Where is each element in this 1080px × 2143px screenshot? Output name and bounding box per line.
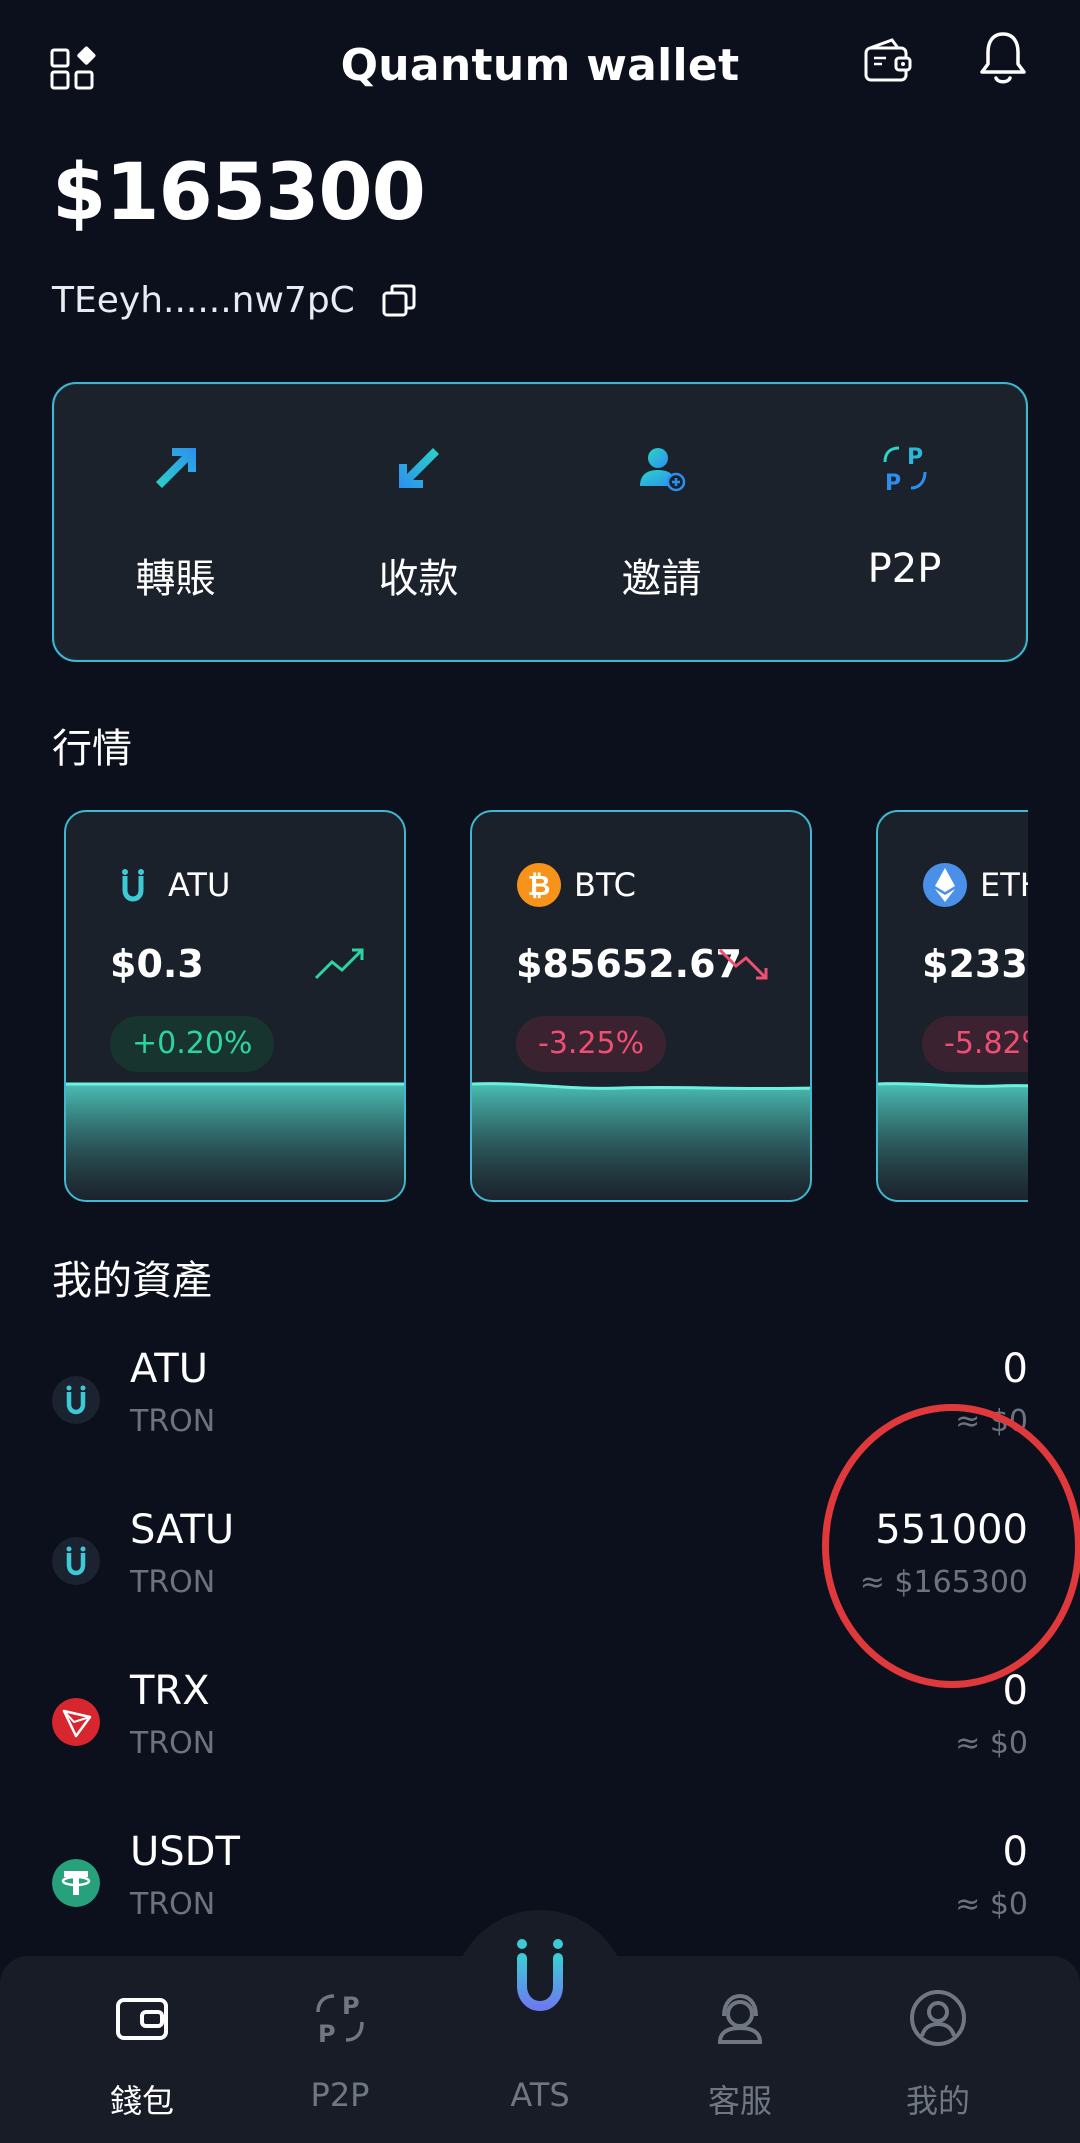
svg-text:P: P [318,2020,336,2048]
transfer-button[interactable]: 轉賬 [54,384,297,660]
wallet-address-row: TEeyh......nw7pC [52,280,417,321]
arrow-up-right-icon [155,448,196,488]
wallet-icon [116,1998,168,2040]
nav-label: 客服 [707,2082,772,2120]
app-header: Quantum wallet [0,0,1080,140]
wallet-address: TEeyh......nw7pC [52,280,355,321]
nav-wallet[interactable]: 錢包 [42,1988,242,2122]
coin-row: ETH [922,862,1028,908]
coin-row: ATU [110,862,230,908]
wallet-screen: Quantum wallet $165300 TEeyh......nw7pC [0,0,1080,2143]
nav-label: 錢包 [109,2082,174,2120]
asset-name: USDT [130,1829,240,1875]
price-change-badge: +0.20% [110,1016,275,1072]
svg-text:P: P [907,445,923,470]
coin-symbol: ATU [168,866,231,904]
p2p-label: P2P [867,546,942,592]
asset-name: TRX [130,1668,210,1714]
market-card-eth[interactable]: ETH $2333 -5.82% [876,810,1028,1202]
nav-support[interactable]: 客服 [640,1988,840,2122]
p2p-button[interactable]: P P P2P [783,384,1026,660]
receive-label: 收款 [378,556,459,602]
trx-coin-icon [52,1698,100,1746]
invite-button[interactable]: 邀請 [540,384,783,660]
assets-section-title: 我的資產 [52,1258,212,1304]
receive-button[interactable]: 收款 [297,384,540,660]
wallet-card-icon[interactable] [862,36,916,86]
satu-coin-icon [52,1537,100,1585]
atu-coin-icon [52,1376,100,1424]
price-area-chart [472,1082,810,1200]
invite-label: 邀請 [621,556,702,602]
coin-price: $2333 [922,942,1028,986]
asset-chain: TRON [130,1726,216,1761]
app-title: Quantum wallet [340,40,740,91]
nav-label: ATS [510,2076,570,2114]
quick-actions-card: 轉賬 收款 邀請 P P P2P [52,382,1028,662]
trend-down-icon [718,948,768,980]
market-card-btc[interactable]: ₿ BTC $85652.67 -3.25% [470,810,812,1202]
market-section-title: 行情 [52,726,132,772]
highlight-annotation-circle [822,1404,1080,1688]
svg-text:P: P [885,471,901,496]
coin-price: $85652.67 [516,942,742,986]
coin-symbol: BTC [574,866,636,904]
copy-icon[interactable] [381,283,417,319]
coin-symbol: ETH [980,866,1028,904]
trend-up-icon [314,948,364,980]
p2p-icon: P P [883,445,926,496]
market-card-atu[interactable]: ATU $0.3 +0.20% [64,810,406,1202]
transfer-label: 轉賬 [135,556,216,602]
add-user-icon [639,448,685,492]
asset-usd-value: ≈ $0 [955,1726,1028,1761]
svg-text:P: P [342,1992,360,2020]
asset-chain: TRON [130,1565,216,1600]
price-area-chart [878,1082,1028,1200]
coin-row: ₿ BTC [516,862,636,908]
nav-ats-spacer [510,1988,570,2048]
coin-price: $0.3 [110,942,204,986]
arrow-down-left-icon [398,448,439,488]
svg-text:₿: ₿ [528,869,551,902]
btc-coin-icon: ₿ [517,863,561,907]
nav-label: P2P [310,2076,370,2114]
nav-profile[interactable]: 我的 [838,1988,1038,2122]
asset-name: ATU [130,1346,208,1392]
asset-name: SATU [130,1507,235,1553]
nav-label: 我的 [905,2082,970,2120]
price-area-chart [66,1082,404,1200]
p2p-icon: P P [316,1992,364,2048]
total-balance: $165300 [52,148,426,238]
asset-usd-value: ≈ $0 [955,1887,1028,1922]
nav-p2p[interactable]: P P P2P [240,1988,440,2114]
eth-coin-icon [923,863,967,907]
usdt-coin-icon [52,1859,100,1907]
market-carousel[interactable]: ATU $0.3 +0.20% ₿ BTC $85652.67 -3.25% E… [52,810,1028,1206]
asset-chain: TRON [130,1404,216,1439]
asset-amount: 0 [1002,1829,1028,1875]
asset-row-trx[interactable]: TRX TRON 0 ≈ $0 [0,1660,1080,1820]
bell-icon[interactable] [976,28,1030,86]
price-change-badge: -3.25% [516,1016,667,1072]
price-change-badge: -5.82% [922,1016,1028,1072]
profile-icon [910,1990,966,2046]
nav-ats[interactable]: ATS [440,1988,640,2114]
asset-amount: 0 [1002,1346,1028,1392]
asset-chain: TRON [130,1887,216,1922]
support-agent-icon [717,1993,763,2044]
atu-coin-icon [111,863,155,907]
